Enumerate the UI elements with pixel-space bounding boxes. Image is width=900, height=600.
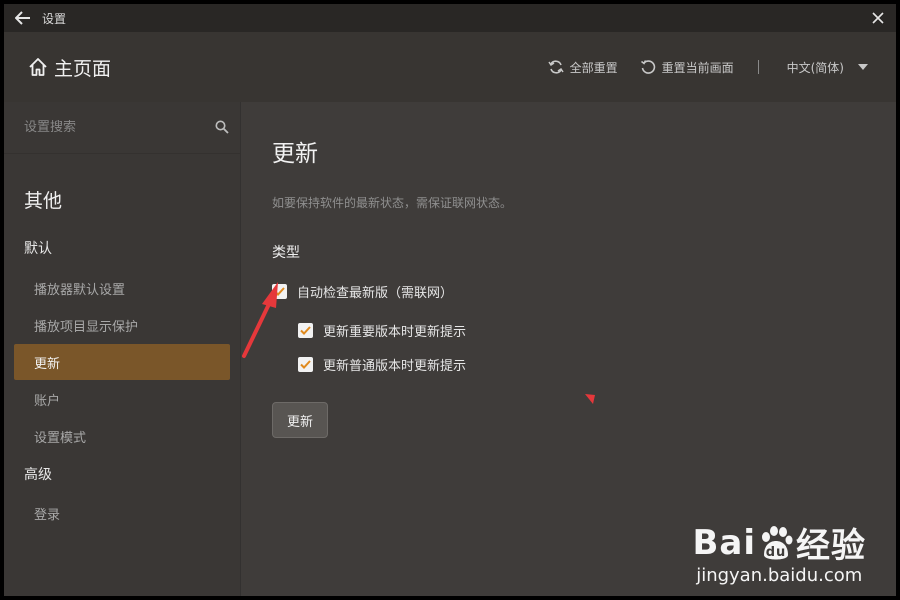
page-title: 更新 xyxy=(272,141,318,167)
major-update-label: 更新重要版本时更新提示 xyxy=(323,325,467,340)
group-advanced: 高级 xyxy=(24,467,52,483)
auto-check-checkbox[interactable] xyxy=(272,284,287,299)
category-title: 其他 xyxy=(24,190,63,212)
sidebar: 其他 默认 播放器默认设置 播放项目显示保护 更新 账户 设置模式 高级 登录 xyxy=(4,102,241,596)
header: 主页面 全部重置 重置当前画面 中文(简体) xyxy=(4,32,896,102)
sidebar-item-account[interactable]: 账户 xyxy=(14,381,230,417)
watermark-url: jingyan.baidu.com xyxy=(696,565,863,586)
watermark-logo: Bai du 经验 xyxy=(692,522,866,567)
checkmark-icon xyxy=(274,287,285,296)
checkmark-icon xyxy=(300,326,311,335)
settings-window: 设置 主页面 全部重置 重置当前画面 中文(简体) 设置搜索 其他 默认 播放器… xyxy=(4,4,896,596)
header-divider xyxy=(757,60,759,74)
home-label: 主页面 xyxy=(54,57,112,80)
section-label: 类型 xyxy=(272,245,300,261)
checkmark-icon xyxy=(300,360,311,369)
back-button[interactable] xyxy=(4,4,42,32)
close-icon xyxy=(872,12,884,24)
reset-all-button[interactable]: 全部重置 xyxy=(547,59,618,76)
chevron-down-icon xyxy=(858,64,868,70)
home-icon xyxy=(29,58,47,76)
group-default: 默认 xyxy=(24,241,52,257)
reset-current-button[interactable]: 重置当前画面 xyxy=(640,59,734,76)
window-title: 设置 xyxy=(42,11,67,26)
close-button[interactable] xyxy=(868,8,888,28)
search-input[interactable] xyxy=(24,120,194,135)
search-bar xyxy=(4,102,241,154)
sidebar-item-settings-mode[interactable]: 设置模式 xyxy=(14,418,230,454)
sidebar-item-player-defaults[interactable]: 播放器默认设置 xyxy=(14,270,230,306)
reset-icon xyxy=(640,60,655,74)
reset-current-label: 重置当前画面 xyxy=(661,60,734,75)
title-bar: 设置 xyxy=(4,4,896,32)
auto-check-label: 自动检查最新版（需联网） xyxy=(297,286,454,301)
language-label: 中文(简体) xyxy=(786,60,844,75)
sidebar-item-update[interactable]: 更新 xyxy=(14,344,230,380)
watermark: Bai du 经验 jingyan.baidu.com xyxy=(692,518,866,587)
home-button[interactable]: 主页面 xyxy=(28,54,111,81)
update-button[interactable]: 更新 xyxy=(272,402,328,438)
minor-update-checkbox[interactable] xyxy=(298,357,313,372)
auto-check-option[interactable]: 自动检查最新版（需联网） xyxy=(272,282,453,301)
refresh-icon xyxy=(547,60,564,74)
svg-text:du: du xyxy=(766,545,787,560)
language-select[interactable]: 中文(简体) xyxy=(787,59,868,76)
search-icon[interactable] xyxy=(215,120,229,134)
minor-update-option[interactable]: 更新普通版本时更新提示 xyxy=(298,355,466,374)
back-arrow-icon xyxy=(15,11,30,25)
minor-update-label: 更新普通版本时更新提示 xyxy=(323,359,467,374)
major-update-option[interactable]: 更新重要版本时更新提示 xyxy=(298,321,466,340)
sidebar-item-playback-protection[interactable]: 播放项目显示保护 xyxy=(14,307,230,343)
reset-all-label: 全部重置 xyxy=(569,60,618,75)
page-description: 如要保持软件的最新状态，需保证联网状态。 xyxy=(272,196,513,210)
paw-icon: du xyxy=(762,525,793,560)
major-update-checkbox[interactable] xyxy=(298,323,313,338)
sidebar-item-login[interactable]: 登录 xyxy=(14,495,230,531)
